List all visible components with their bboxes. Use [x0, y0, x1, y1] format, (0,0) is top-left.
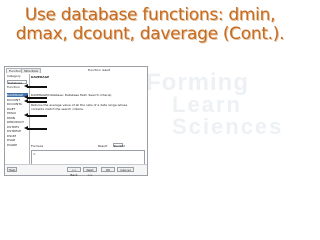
function-description: Returns the average value of all the cel…	[31, 103, 128, 111]
formula-label: Formula	[31, 144, 44, 148]
dialog-button-bar: Help << Back Next >> OK Cancel	[5, 164, 147, 177]
annotation-arrow	[24, 95, 47, 99]
slide-title: Use database functions: dmin, dmax, dcou…	[0, 6, 300, 44]
dialog-tabstrip: Functions Structure Function result	[5, 67, 147, 73]
ok-button[interactable]: OK	[101, 167, 115, 172]
annotation-arrow	[24, 84, 47, 88]
next-button[interactable]: Next >>	[83, 167, 97, 177]
function-detail-panel: DAVERAGE DAVERAGE(Database; Database fie…	[30, 74, 147, 166]
result-label: Result	[98, 144, 108, 148]
slide-title-line-1: Use database functions: dmin,	[24, 5, 276, 25]
formula-input[interactable]: =	[31, 150, 145, 165]
tab-structure[interactable]: Structure	[21, 68, 41, 73]
watermark-line-1: Forming	[146, 69, 249, 96]
category-label: Category	[7, 74, 21, 78]
function-result-label: Function result	[88, 68, 111, 72]
annotation-arrow	[24, 126, 47, 130]
list-item[interactable]: DSUM	[7, 134, 28, 138]
cancel-button[interactable]: Cancel	[117, 167, 134, 172]
background-watermark: Forming Learn Sciences	[146, 69, 306, 139]
list-item[interactable]: DPRODUCT	[7, 120, 28, 124]
list-item[interactable]: DGET	[7, 107, 28, 111]
help-button[interactable]: Help	[7, 167, 17, 172]
watermark-line-2: Learn Sciences	[172, 92, 284, 139]
back-button[interactable]: << Back	[67, 167, 81, 177]
function-wizard-dialog: Functions Structure Function result Cate…	[4, 66, 148, 177]
function-list-label: Function	[7, 85, 20, 89]
annotation-arrow	[24, 99, 47, 103]
function-detail-title: DAVERAGE	[31, 75, 50, 79]
result-value: Err:502	[113, 143, 125, 148]
list-item[interactable]: DVARP	[7, 143, 28, 147]
slide-title-line-2: dmax, dcount, daverage (Cont.).	[15, 24, 285, 44]
list-item[interactable]: DVAR	[7, 138, 28, 142]
annotation-arrow	[24, 113, 47, 117]
